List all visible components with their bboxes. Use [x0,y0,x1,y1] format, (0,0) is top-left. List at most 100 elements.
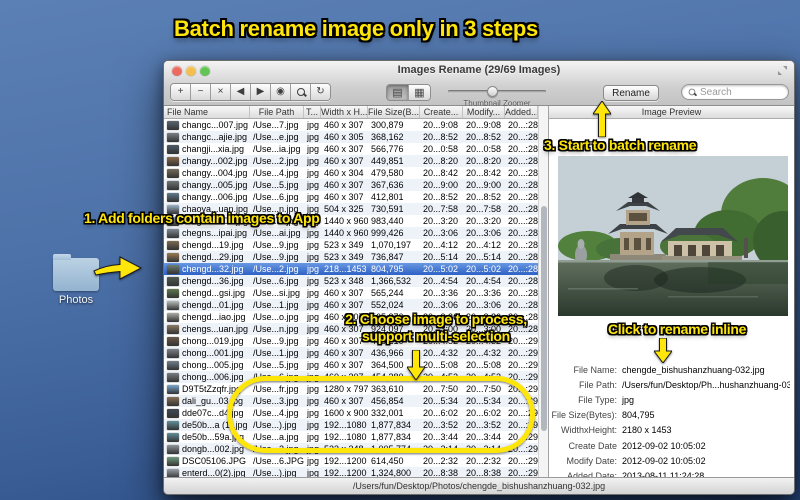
file-size: 983,440 [371,216,404,226]
file-dimensions: 1440 x 960 [324,216,368,226]
file-type: jpg [307,276,320,286]
file-name: changy...006.jpg [182,192,248,202]
file-path: /Use...5.jpg [253,360,299,370]
table-row[interactable]: enterd...0(2).jpg/Use...).jpg jpg 192...12… [164,467,538,477]
file-name: changji...xia.jpg [182,144,245,154]
preview-field-value[interactable]: chengde_bishushanzhuang-032.jpg [617,365,765,375]
file-thumbnail [167,360,179,370]
file-dimensions: 460 x 307 [324,288,364,298]
modify-date: 20...4:12 [466,240,502,250]
search-icon [688,88,696,96]
file-path: /Use...9.jpg [253,252,299,262]
vertical-scrollbar[interactable] [538,106,548,477]
file-name: enterd...0(2).jpg [182,468,246,477]
toolbar-button-group: + − × ◀ ▶ ◉ ↻ [170,83,331,101]
file-thumbnail [167,192,179,202]
table-row[interactable]: changy...005.jpg/Use...5.jpg jpg 460 x 307… [164,179,538,191]
file-name: chong...019.jpg [182,336,244,346]
table-row[interactable]: chong...001.jpg/Use...1.jpg jpg 460 x 307 4… [164,347,538,359]
modify-date: 20...2:32 [466,456,502,466]
file-thumbnail [167,312,179,322]
modify-date: 20...0:58 [466,144,502,154]
file-thumbnail [167,420,179,430]
fullscreen-icon[interactable] [777,65,788,76]
file-path: /Use...9.jpg [253,240,299,250]
table-row[interactable]: changy...004.jpg/Use...4.jpg jpg 460 x 304… [164,167,538,179]
table-row[interactable]: chong...005.jpg/Use...5.jpg jpg 460 x 307 3… [164,359,538,371]
added-date: 20...:29 [508,456,538,466]
previous-button[interactable]: ◀ [231,84,251,100]
preview-field-value: jpg [622,394,635,405]
zoomer-slider[interactable] [448,86,546,97]
file-path: /Use...ai.jpg [253,228,301,238]
file-thumbnail [167,240,179,250]
file-dimensions: 192...1200 [324,468,367,477]
file-thumbnail [167,384,179,394]
preview-fields: File Name: chengde_bishushanzhuang-032.jp… [549,362,790,484]
preview-field-value: 2012-09-02 10:05:02 [622,440,706,451]
create-date: 20...3:06 [423,300,459,310]
search-input[interactable]: Search [681,84,789,100]
column-header[interactable]: Modify... [463,106,505,118]
preview-eye-button[interactable]: ◉ [271,84,291,100]
column-header[interactable]: Width x H... [321,106,368,118]
grid-view-button[interactable]: ▦ [408,85,430,100]
modify-date: 20...9:00 [466,180,502,190]
rename-button[interactable]: Rename [603,85,659,101]
preview-field: File Name: chengde_bishushanzhuang-032.jp… [549,362,790,377]
file-dimensions: 523 x 349 [324,252,364,262]
preview-field-label: File Name: [573,364,617,375]
file-thumbnail [167,168,179,178]
search-magnifier-button[interactable] [291,84,311,100]
column-header[interactable]: Added... [505,106,538,118]
file-type: jpg [307,336,320,346]
preview-field-label: WidthxHeight: [560,425,617,436]
added-date: 20...:28 [508,156,538,166]
column-header[interactable]: File Size(B... [368,106,420,118]
added-date: 20...:28 [508,252,538,262]
next-button[interactable]: ▶ [251,84,271,100]
refresh-button[interactable]: ↻ [311,84,330,100]
create-date: 20...3:20 [423,216,459,226]
remove-button[interactable]: − [191,84,211,100]
column-header[interactable]: T... [304,106,321,118]
file-size: 368,162 [371,132,404,142]
list-view-button[interactable]: ▤ [387,85,408,100]
zoomer-knob[interactable] [487,86,499,97]
preview-field-label: File Size(Bytes): [551,410,617,421]
file-path: /Use...1.jpg [253,300,299,310]
table-row[interactable]: changc...ajie.jpg/Use...e.jpg jpg 460 x 30… [164,131,538,143]
table-row[interactable]: changji...xia.jpg/Use...ia.jpg jpg 460 x 3… [164,143,538,155]
file-name: changy...004.jpg [182,168,248,178]
table-row[interactable]: DSC05106.JPG/Use...6.JPG jpg 192...1200 614… [164,455,538,467]
create-date: 20...9:08 [423,120,459,130]
table-row[interactable]: changy...002.jpg/Use...2.jpg jpg 460 x 307… [164,155,538,167]
table-row[interactable]: chengd...gsi.jpg/Use...si.jpg jpg 460 x 30… [164,287,538,299]
file-dimensions: 460 x 307 [324,348,364,358]
create-date: 20...0:58 [423,144,459,154]
table-row[interactable]: changy...006.jpg/Use...6.jpg jpg 460 x 307… [164,191,538,203]
table-row[interactable]: chengd...01.jpg/Use...1.jpg jpg 460 x 307 5… [164,299,538,311]
table-row[interactable]: chegns...ipai.jpg/Use...ai.jpg jpg 1440 x … [164,227,538,239]
annotation-step2: 2. Choose image to process, support mult… [345,311,527,344]
column-header[interactable]: Create... [420,106,463,118]
file-thumbnail [167,444,179,454]
file-table-header: File Name File Path T... Width x H... File S… [164,106,538,119]
table-row[interactable]: chengd...29.jpg/Use...9.jpg jpg 523 x 349 7… [164,251,538,263]
file-path: /Use...e.jpg [253,132,299,142]
preview-photo [558,156,788,316]
file-path: /Use...6.jpg [253,276,299,286]
table-row[interactable]: changc...007.jpg/Use...7.jpg jpg 460 x 307… [164,119,538,131]
add-icon: + [177,86,184,97]
file-name: chengd...36.jpg [182,276,244,286]
column-header[interactable]: File Path [250,106,304,118]
table-row[interactable]: chengd...32.jpg/Use...2.jpg jpg 218...1453… [164,263,538,275]
add-button[interactable]: + [171,84,191,100]
column-header[interactable]: File Name [164,106,250,118]
table-row[interactable]: chengd...36.jpg/Use...6.jpg jpg 523 x 348 1… [164,275,538,287]
table-row[interactable]: chengd...19.jpg/Use...9.jpg jpg 523 x 349 1… [164,239,538,251]
file-path: /Use...2.jpg [253,264,299,274]
delete-button[interactable]: × [211,84,231,100]
preview-pane: Image Preview File Name: chengde_bishush… [548,106,794,481]
file-thumbnail [167,264,179,274]
